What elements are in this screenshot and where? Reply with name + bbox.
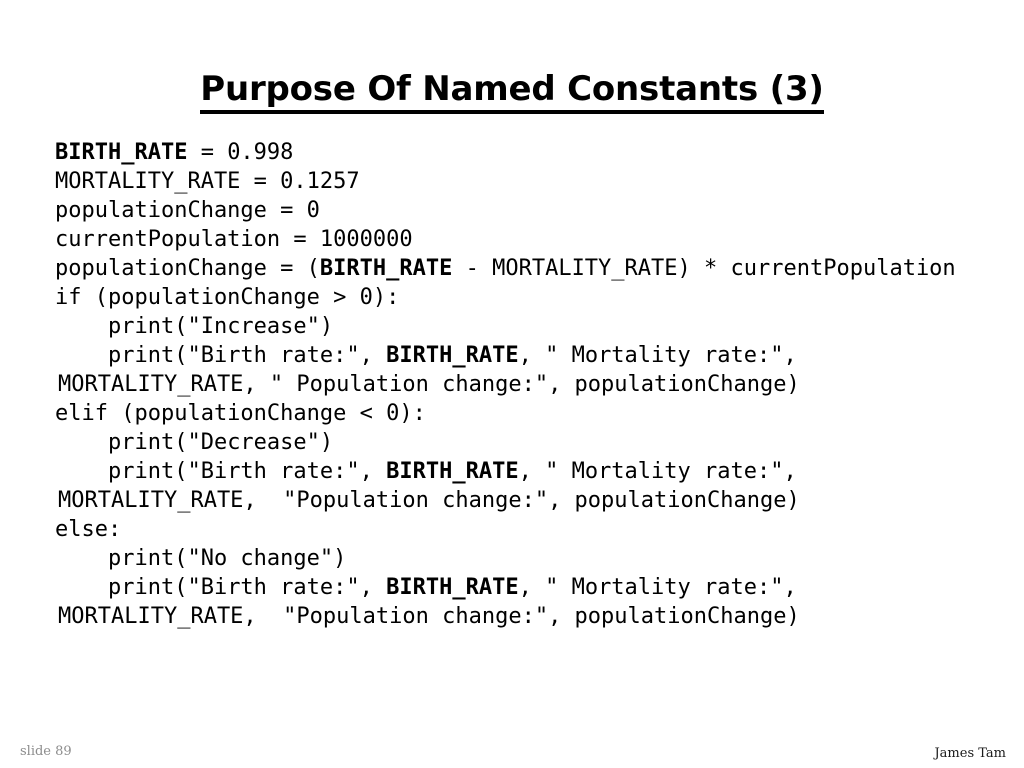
code-line: elif (populationChange < 0): — [55, 401, 426, 426]
code-line: print("Increase") — [107, 314, 334, 339]
code-line: print("No change") — [107, 546, 347, 571]
code-line: else: — [55, 517, 122, 542]
code-line: populationChange = 0 — [55, 198, 320, 223]
code-identifier: BIRTH_RATE — [55, 140, 188, 165]
code-block: BIRTH_RATE = 0.998 MORTALITY_RATE = 0.125… — [55, 138, 995, 631]
code-line: currentPopulation = 1000000 — [55, 227, 413, 252]
code-line: populationChange = (BIRTH_RATE - MORTALI… — [55, 256, 956, 281]
code-identifier: BIRTH_RATE — [386, 343, 519, 368]
slide-number: slide 89 — [20, 744, 72, 759]
code-line: MORTALITY_RATE, " Population change:", p… — [58, 372, 800, 397]
code-line: MORTALITY_RATE = 0.1257 — [55, 169, 360, 194]
code-identifier: BIRTH_RATE — [319, 256, 453, 281]
code-line: print("Birth rate:", BIRTH_RATE, " Morta… — [107, 459, 797, 484]
code-line: MORTALITY_RATE, "Population change:", po… — [58, 604, 800, 629]
code-line: print("Decrease") — [107, 430, 334, 455]
code-line: if (populationChange > 0): — [55, 285, 400, 310]
code-identifier: BIRTH_RATE — [386, 575, 519, 600]
code-line: MORTALITY_RATE, "Population change:", po… — [58, 488, 800, 513]
slide-canvas: Purpose Of Named Constants (3) BIRTH_RAT… — [0, 0, 1024, 768]
code-line: BIRTH_RATE = 0.998 — [55, 140, 294, 165]
page-title: Purpose Of Named Constants (3) — [200, 69, 824, 114]
code-line: print("Birth rate:", BIRTH_RATE, " Morta… — [107, 575, 797, 600]
code-identifier: BIRTH_RATE — [386, 459, 519, 484]
author-credit: James Tam — [934, 746, 1006, 761]
slide-title-container: Purpose Of Named Constants (3) — [0, 47, 1024, 137]
code-line: print("Birth rate:", BIRTH_RATE, " Morta… — [107, 343, 797, 368]
